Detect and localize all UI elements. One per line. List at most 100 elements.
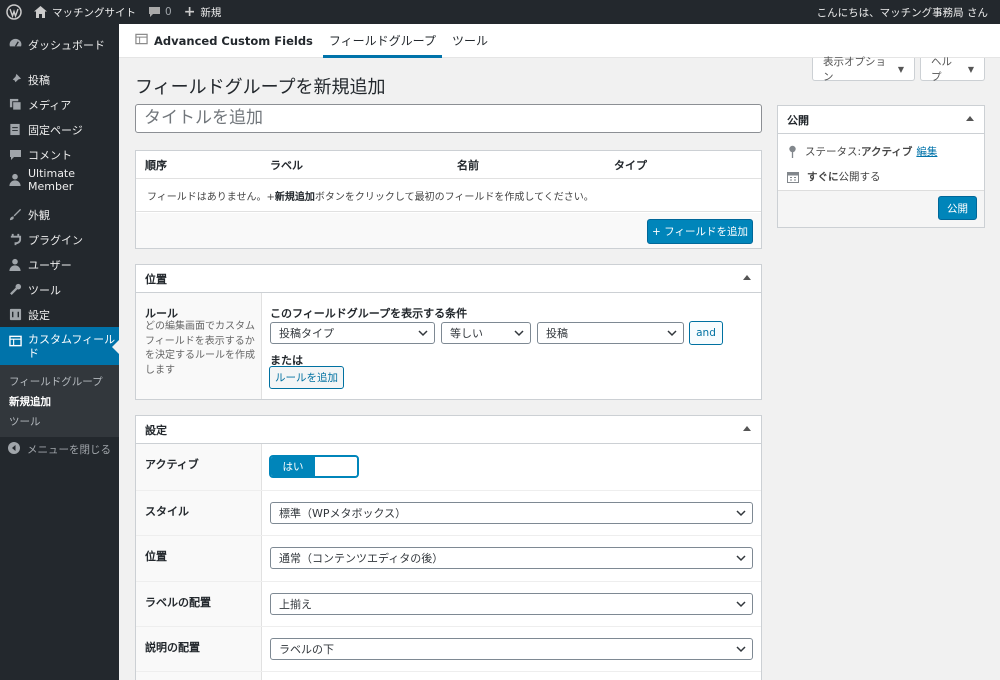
add-rule-button[interactable]: ルールを追加 (269, 366, 344, 389)
admin-bar: マッチングサイト 0 + 新規 こんにちは、マッチング事務局 さん (0, 0, 1000, 24)
menu-ultimate-member[interactable]: Ultimate Member (0, 166, 119, 193)
help-label: ヘルプ (931, 56, 952, 83)
active-label: アクティブ (145, 458, 199, 471)
publish-button[interactable]: 公開 (938, 196, 977, 220)
pin-icon (8, 73, 22, 87)
title-input[interactable]: タイトルを追加 (135, 104, 762, 133)
table-icon (8, 334, 22, 348)
location-box-header[interactable]: 位置 (136, 265, 761, 293)
publish-box-header[interactable]: 公開 (778, 106, 984, 134)
menu-label: コメント (28, 148, 72, 162)
publish-box: 公開 ステータス: アクティブ 編集 すぐに 公開する 公開 (777, 105, 985, 228)
site-name-link[interactable]: マッチングサイト (28, 0, 142, 24)
pin-icon (788, 145, 797, 158)
submenu-add-new[interactable]: 新規追加 (0, 391, 119, 411)
edit-status-link[interactable]: 編集 (916, 144, 937, 159)
menu-dashboard[interactable]: ダッシュボード (0, 32, 119, 57)
comment-icon (8, 148, 22, 162)
menu-users[interactable]: ユーザー (0, 252, 119, 277)
menu-appearance[interactable]: 外観 (0, 202, 119, 227)
no-fields-message: フィールドはありません。+ 新規追加 ボタンをクリックして最初のフィールドを作成し… (136, 179, 761, 212)
menu-custom-fields[interactable]: カスタムフィールド (0, 327, 119, 365)
menu-label: 固定ページ (28, 123, 83, 137)
menu-label: 設定 (28, 308, 50, 322)
rule-operator-select[interactable]: 等しい (441, 322, 531, 344)
add-field-button[interactable]: + フィールドを追加 (647, 219, 753, 244)
menu-comments[interactable]: コメント (0, 142, 119, 167)
schedule-bold: すぐに (807, 171, 839, 183)
collapse-menu-button[interactable]: メニューを閉じる (0, 437, 119, 461)
menu-label: Ultimate Member (28, 166, 76, 193)
rule-param-select[interactable]: 投稿タイプ (270, 322, 435, 344)
comments-link[interactable]: 0 (142, 0, 178, 24)
active-toggle-switch[interactable]: はい (269, 455, 359, 478)
home-icon (34, 6, 47, 18)
row-divider (136, 490, 761, 491)
menu-media[interactable]: メディア (0, 92, 119, 117)
menu-label: ツール (28, 283, 61, 297)
menu-posts[interactable]: 投稿 (0, 67, 119, 92)
menu-plugins[interactable]: プラグイン (0, 227, 119, 252)
menu-pages[interactable]: 固定ページ (0, 117, 119, 142)
acf-brand-label: Advanced Custom Fields (154, 33, 313, 48)
menu-label: 外観 (28, 208, 50, 222)
collapse-toggle-icon[interactable] (743, 426, 751, 431)
brush-icon (8, 208, 22, 222)
chevron-down-icon (667, 328, 677, 341)
menu-settings[interactable]: 設定 (0, 302, 119, 327)
caret-down-icon: ▼ (897, 64, 904, 74)
instruction-placement-select[interactable]: ラベルの下 (270, 638, 753, 660)
screen-options-button[interactable]: 表示オプション ▼ (812, 56, 915, 83)
plugin-icon (8, 233, 22, 247)
comment-icon (148, 6, 161, 18)
wordpress-logo-icon[interactable] (0, 0, 28, 24)
admin-sidebar: ダッシュボード 投稿 メディア 固定ページ コメント Ultimate Memb… (0, 24, 119, 680)
menu-label: 投稿 (28, 73, 50, 87)
menu-tools[interactable]: ツール (0, 277, 119, 302)
rule-value-select[interactable]: 投稿 (537, 322, 684, 344)
tab-field-groups[interactable]: フィールドグループ (322, 24, 442, 58)
settings-icon (8, 308, 22, 322)
site-name: マッチングサイト (52, 6, 136, 19)
col-name: 名前 (457, 158, 479, 172)
label-placement-label: ラベルの配置 (145, 596, 211, 609)
style-label: スタイル (145, 505, 189, 518)
location-title: 位置 (145, 272, 167, 286)
rules-description: どの編集画面でカスタムフィールドを表示するかを決定するルールを作成します (145, 321, 255, 376)
chevron-down-icon (736, 644, 746, 657)
status-label: ステータス: (805, 146, 862, 158)
submenu-tools[interactable]: ツール (0, 411, 119, 431)
and-button[interactable]: and (689, 321, 723, 345)
collapse-toggle-icon[interactable] (966, 116, 974, 121)
chevron-down-icon (514, 328, 524, 341)
condition-title: このフィールドグループを表示する条件 (270, 307, 468, 320)
rules-label: ルール (145, 307, 178, 320)
chevron-down-icon (736, 553, 746, 566)
submenu-field-groups[interactable]: フィールドグループ (0, 371, 119, 391)
caret-down-icon: ▼ (967, 64, 974, 74)
collapse-toggle-icon[interactable] (743, 275, 751, 280)
help-button[interactable]: ヘルプ ▼ (920, 56, 985, 83)
tab-tools[interactable]: ツール (446, 24, 494, 58)
status-line: ステータス: アクティブ 編集 (788, 144, 937, 159)
plus-icon: + (183, 4, 196, 20)
settings-box-header[interactable]: 設定 (136, 416, 761, 444)
label-placement-select[interactable]: 上揃え (270, 593, 753, 615)
dashboard-icon (8, 38, 22, 52)
chevron-down-icon (418, 328, 428, 341)
col-label: ラベル (270, 158, 303, 172)
settings-box: 設定 アクティブ スタイル 標準（WPメタボックス） 位置 通常（コンテンツエデ… (135, 415, 762, 680)
account-greeting[interactable]: こんにちは、マッチング事務局 さん (811, 0, 1000, 24)
users-icon (8, 258, 22, 272)
page-title: フィールドグループを新規追加 (135, 77, 386, 98)
menu-label: メディア (28, 98, 72, 112)
style-select[interactable]: 標準（WPメタボックス） (270, 502, 753, 524)
new-content-link[interactable]: + 新規 (178, 0, 228, 24)
position-select[interactable]: 通常（コンテンツエディタの後） (270, 547, 753, 569)
new-label: 新規 (200, 6, 222, 19)
custom-fields-submenu: フィールドグループ 新規追加 ツール (0, 365, 119, 437)
collapse-arrow-icon (8, 441, 20, 457)
collapse-label: メニューを閉じる (27, 443, 111, 456)
position-label: 位置 (145, 550, 167, 563)
schedule-text: 公開する (838, 171, 881, 183)
